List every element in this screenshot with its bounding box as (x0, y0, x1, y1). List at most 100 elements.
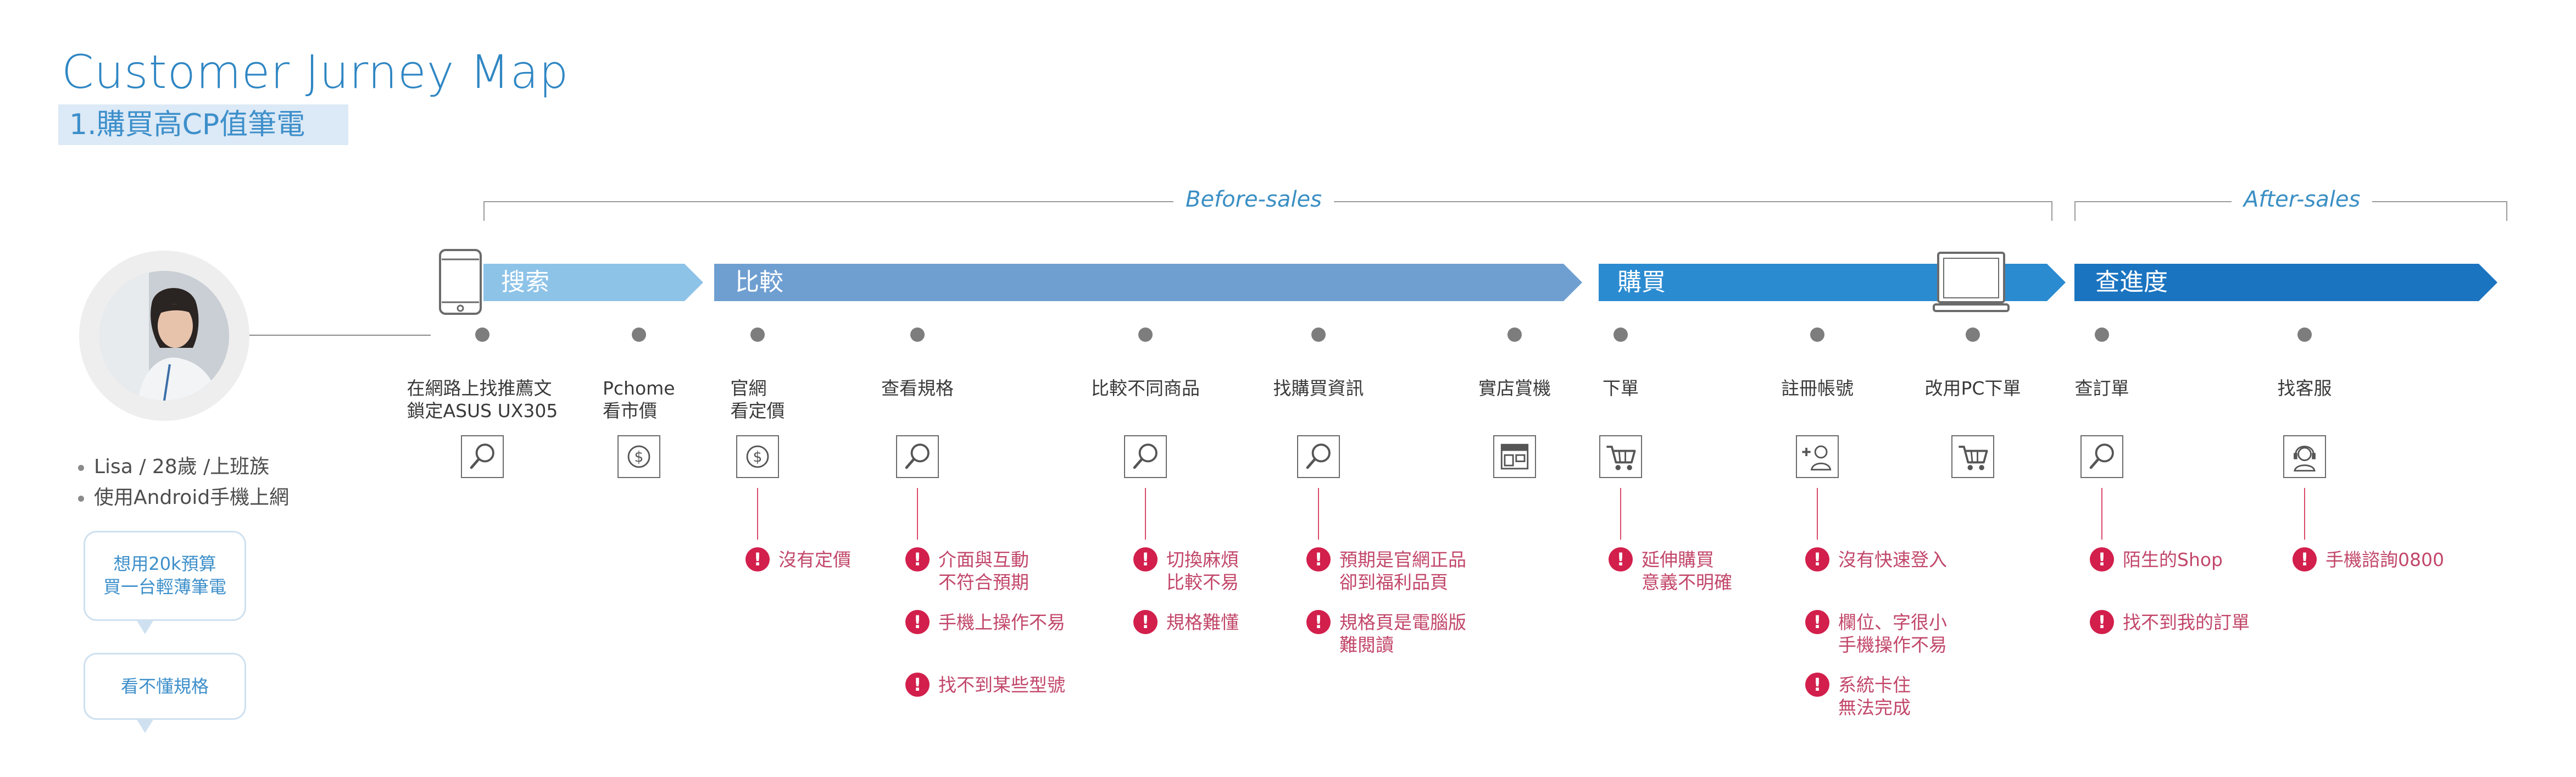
pain-point: ! 延伸購買 意義不明確 (1609, 547, 1732, 593)
pain-text-line: 介面與互動 (938, 549, 1029, 570)
pain-text: 找不到某些型號 (938, 673, 1065, 696)
laptop-icon (1933, 251, 2010, 314)
pain-text: 手機諮詢0800 (2325, 547, 2444, 571)
pain-text-line: 找不到某些型號 (938, 674, 1065, 696)
phase-label-before-sales: Before-sales (1173, 187, 1334, 212)
stage-label: 搜索 (501, 268, 549, 296)
step-dot (1311, 328, 1326, 342)
step-dot (750, 328, 765, 342)
add-user-icon (1796, 435, 1839, 478)
stage-arrow-compare: 比較 (714, 264, 1582, 301)
pain-connector (1318, 488, 1319, 540)
persona-item: 使用Android手機上網 (78, 481, 289, 510)
bubble-line: 想用20k預算 (113, 553, 216, 574)
pain-text: 切換麻煩 比較不易 (1166, 547, 1239, 593)
persona-text: 使用Android手機上網 (94, 486, 290, 509)
pain-text: 找不到我的訂單 (2123, 610, 2250, 634)
step-label-line: 改用PC下單 (1924, 378, 2021, 399)
pain-point: ! 沒有定價 (745, 547, 851, 571)
pain-text-line: 延伸購買 (1642, 549, 1714, 570)
step-dot (1966, 328, 1980, 342)
pain-text-line: 預期是官網正品 (1339, 549, 1466, 570)
pain-text-line: 找不到我的訂單 (2123, 612, 2250, 633)
pain-text-line: 無法完成 (1838, 697, 1911, 718)
avatar (99, 271, 229, 401)
step-label-line: Pchome (603, 378, 675, 399)
step-label-line: 比較不同商品 (1091, 378, 1200, 399)
alert-icon: ! (1306, 610, 1331, 634)
bubble-tail (136, 719, 154, 733)
cart-icon (1599, 435, 1642, 478)
stage-label: 購買 (1617, 268, 1666, 296)
pain-text-line: 規格頁是電腦版 (1339, 612, 1466, 633)
pain-text: 延伸購買 意義不明確 (1642, 547, 1732, 593)
step-dot (910, 328, 925, 342)
pain-text-line: 卻到福利品頁 (1339, 571, 1448, 593)
step-label-line: 看市價 (603, 400, 657, 421)
bracket-tick (2051, 201, 2052, 221)
step-label: 在網路上找推薦文 鎖定ASUS UX305 (407, 377, 558, 422)
step-dot (2095, 328, 2109, 342)
bubble-tail (136, 620, 154, 634)
step-dot (2297, 328, 2312, 342)
svg-text:$: $ (635, 448, 644, 465)
pain-text-line: 比較不易 (1166, 571, 1239, 593)
alert-icon: ! (1805, 547, 1829, 571)
pain-point: ! 手機諮詢0800 (2293, 547, 2444, 571)
step-label-line: 官網 (730, 378, 767, 399)
step-label: Pchome 看市價 (603, 377, 675, 422)
pain-text-line: 手機操作不易 (1838, 634, 1947, 656)
pain-point: ! 陌生的Shop (2090, 547, 2223, 571)
svg-text:$: $ (753, 448, 763, 465)
pain-text-line: 陌生的Shop (2123, 549, 2223, 570)
pain-point: ! 沒有快速登入 (1805, 547, 1947, 571)
mobile-phone-icon (438, 248, 482, 315)
step-label: 下單 (1603, 377, 1639, 399)
alert-icon: ! (1609, 547, 1633, 571)
step-label: 註冊帳號 (1781, 377, 1854, 399)
page-title: Customer Jurney Map (62, 45, 569, 99)
step-label-line: 找客服 (2277, 378, 2332, 399)
step-dot (632, 328, 646, 342)
pain-connector (1817, 488, 1818, 540)
pain-point: ! 預期是官網正品 卻到福利品頁 (1306, 547, 1466, 593)
pain-text: 陌生的Shop (2123, 547, 2223, 571)
search-icon (1297, 435, 1340, 478)
pain-point: ! 欄位、字很小 手機操作不易 (1805, 610, 1947, 656)
step-label-line: 在網路上找推薦文 (407, 378, 552, 399)
step-label: 改用PC下單 (1925, 377, 2021, 399)
alert-icon: ! (1805, 673, 1829, 697)
pain-text: 預期是官網正品 卻到福利品頁 (1339, 547, 1466, 593)
alert-icon: ! (2293, 547, 2317, 571)
pain-text-line: 不符合預期 (938, 571, 1029, 593)
step-dot (1507, 328, 1522, 342)
alert-icon: ! (745, 547, 770, 571)
pain-text-line: 規格難懂 (1166, 612, 1239, 633)
pain-point: ! 規格難懂 (1133, 610, 1239, 634)
step-dot (1810, 328, 1824, 342)
bubble-line: 看不懂規格 (120, 676, 209, 697)
pain-text-line: 手機諮詢0800 (2325, 549, 2444, 570)
thought-bubble: 看不懂規格 (84, 653, 246, 720)
pain-connector (2304, 488, 2305, 540)
persona-connector (249, 335, 431, 336)
pain-connector (1620, 488, 1621, 540)
pain-text-line: 切換麻煩 (1166, 549, 1239, 570)
dollar-icon: $ (736, 435, 779, 478)
stage-arrow-search: 搜索 (483, 264, 703, 301)
alert-icon: ! (905, 547, 930, 571)
bubble-line: 買一台輕薄筆電 (103, 576, 226, 597)
step-dot (1614, 328, 1628, 342)
step-label: 找購買資訊 (1273, 377, 1364, 399)
pain-text-line: 手機上操作不易 (938, 612, 1065, 633)
search-icon (2080, 435, 2123, 478)
alert-icon: ! (1805, 610, 1829, 634)
thought-bubble: 想用20k預算 買一台輕薄筆電 (84, 531, 246, 621)
support-icon (2283, 435, 2326, 478)
store-icon (1493, 435, 1536, 478)
pain-text: 介面與互動 不符合預期 (938, 547, 1029, 593)
search-icon (896, 435, 939, 478)
pain-point: ! 系統卡住 無法完成 (1805, 673, 1911, 719)
pain-point: ! 切換麻煩 比較不易 (1133, 547, 1239, 593)
step-label-line: 查訂單 (2074, 378, 2129, 399)
